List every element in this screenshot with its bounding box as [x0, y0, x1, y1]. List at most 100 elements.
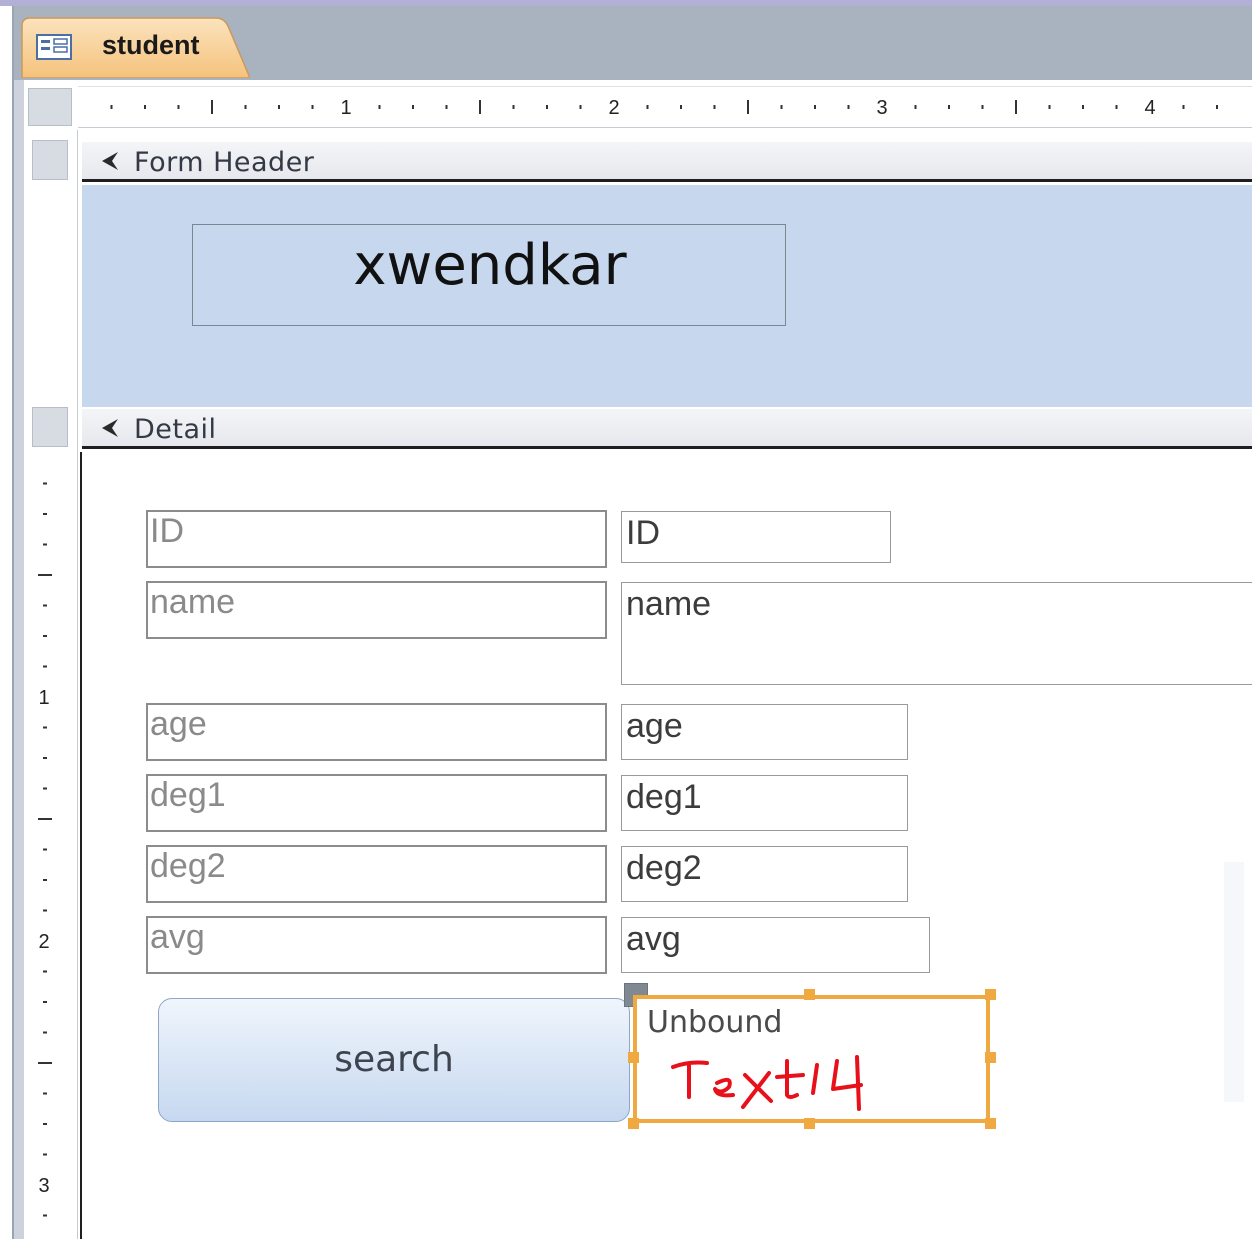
- ruler-tick: [110, 105, 113, 109]
- ruler-tick: [43, 757, 47, 759]
- textbox-deg2[interactable]: deg2: [621, 846, 908, 902]
- ruler-tick: [43, 909, 47, 912]
- ruler-tick: [211, 100, 213, 114]
- resize-handle[interactable]: [804, 1118, 815, 1129]
- resize-handle[interactable]: [985, 989, 996, 1000]
- ruler-tick: [546, 105, 548, 109]
- label-deg2[interactable]: deg2: [146, 845, 607, 903]
- ruler-number: 1: [340, 97, 351, 119]
- ruler-number: 2: [608, 97, 619, 119]
- ruler-tick: [43, 665, 47, 668]
- resize-handle[interactable]: [985, 1118, 996, 1129]
- form-title: xwendkar: [353, 233, 627, 298]
- ruler-tick: [1115, 105, 1118, 109]
- ruler-number: 1: [38, 687, 49, 709]
- document-tab-student[interactable]: student: [20, 16, 250, 78]
- ruler-tick: [43, 879, 47, 881]
- form-header-bar[interactable]: Form Header: [82, 142, 1252, 182]
- search-button-label: search: [334, 1039, 454, 1080]
- detail-left-border: [80, 452, 82, 1239]
- ruler-tick: [278, 105, 280, 109]
- label-name[interactable]: name: [146, 581, 607, 639]
- ruler-number: 2: [38, 931, 49, 953]
- tab-label: student: [102, 30, 200, 60]
- ruler-tick: [747, 100, 749, 114]
- text14-handwritten-annotation: [671, 1055, 863, 1111]
- ruler-tick: [43, 1031, 47, 1034]
- unbound-textbox[interactable]: Unbound: [633, 995, 990, 1123]
- textbox-id[interactable]: ID: [621, 511, 891, 563]
- ruler-tick: [579, 105, 582, 109]
- unbound-text: Unbound: [647, 1005, 783, 1040]
- ruler-tick: [43, 1001, 47, 1003]
- offscreen-control-edge: [1224, 862, 1244, 1102]
- title-label-control[interactable]: xwendkar: [192, 224, 786, 326]
- ruler-tick: [43, 726, 47, 729]
- ruler-tick: [43, 1214, 47, 1217]
- section-selector-form-header[interactable]: [32, 140, 68, 180]
- ruler-tick: [847, 105, 850, 109]
- ruler-tick: [981, 105, 984, 109]
- ruler-number: 3: [876, 97, 887, 119]
- ruler-tick: [38, 1062, 52, 1064]
- ruler-tick: [479, 100, 481, 114]
- ruler-tick: [43, 848, 47, 851]
- ruler-tick: [814, 105, 816, 109]
- ruler-tick: [38, 818, 52, 820]
- horizontal-ruler-ticks: 1 2 3 4: [110, 97, 1218, 119]
- label-id[interactable]: ID: [146, 510, 607, 568]
- ruler-number: 4: [1144, 97, 1155, 119]
- ruler-tick: [713, 105, 716, 109]
- textbox-age[interactable]: age: [621, 704, 908, 760]
- resize-handle[interactable]: [804, 989, 815, 1000]
- ruler-tick: [38, 574, 52, 576]
- ruler-tick: [948, 105, 950, 109]
- ruler-tick: [512, 105, 515, 109]
- ruler-tick: [43, 635, 47, 637]
- ruler-tick: [412, 105, 414, 109]
- ruler-tick: [43, 604, 47, 607]
- resize-handle[interactable]: [628, 1052, 639, 1063]
- form-icon: [36, 34, 72, 60]
- ruler-tick: [1182, 105, 1185, 109]
- window-left-frame: [12, 80, 24, 1239]
- ruler-tick: [43, 1153, 47, 1156]
- ruler-tick: [680, 105, 682, 109]
- ruler-tick: [177, 105, 180, 109]
- textbox-name[interactable]: name: [621, 582, 1252, 685]
- ruler-tick: [1216, 105, 1218, 109]
- ruler-tick: [244, 105, 247, 109]
- vertical-ruler-ticks: 1 2 3: [38, 482, 52, 1217]
- ruler-tick: [1015, 100, 1017, 114]
- label-age[interactable]: age: [146, 703, 607, 761]
- detail-bar[interactable]: Detail: [82, 409, 1252, 449]
- search-button[interactable]: search: [158, 998, 630, 1122]
- ruler-tick: [378, 105, 381, 109]
- ruler-tick: [144, 105, 146, 109]
- section-arrow-icon: [102, 419, 118, 437]
- label-deg1[interactable]: deg1: [146, 774, 607, 832]
- resize-handle[interactable]: [628, 1118, 639, 1129]
- detail-label: Detail: [134, 414, 217, 445]
- ruler-tick: [780, 105, 783, 109]
- ruler-tick: [646, 105, 649, 109]
- ruler-tick: [43, 787, 47, 790]
- ruler-tick: [43, 482, 47, 485]
- textbox-deg1[interactable]: deg1: [621, 775, 908, 831]
- ruler-tick: [43, 513, 47, 515]
- label-avg[interactable]: avg: [146, 916, 607, 974]
- section-selector-detail[interactable]: [32, 407, 68, 447]
- ruler-tick: [1048, 105, 1051, 109]
- ruler-tick: [43, 1092, 47, 1095]
- ruler-tick: [43, 543, 47, 546]
- section-arrow-icon: [102, 152, 118, 170]
- textbox-avg[interactable]: avg: [621, 917, 930, 973]
- ruler-tick: [445, 105, 448, 109]
- ruler-tick: [1082, 105, 1084, 109]
- form-selector[interactable]: [28, 88, 72, 126]
- ruler-tick: [43, 970, 47, 973]
- ruler-tick: [311, 105, 314, 109]
- form-header-label: Form Header: [134, 147, 315, 178]
- resize-handle[interactable]: [985, 1052, 996, 1063]
- ruler-number: 3: [38, 1175, 49, 1197]
